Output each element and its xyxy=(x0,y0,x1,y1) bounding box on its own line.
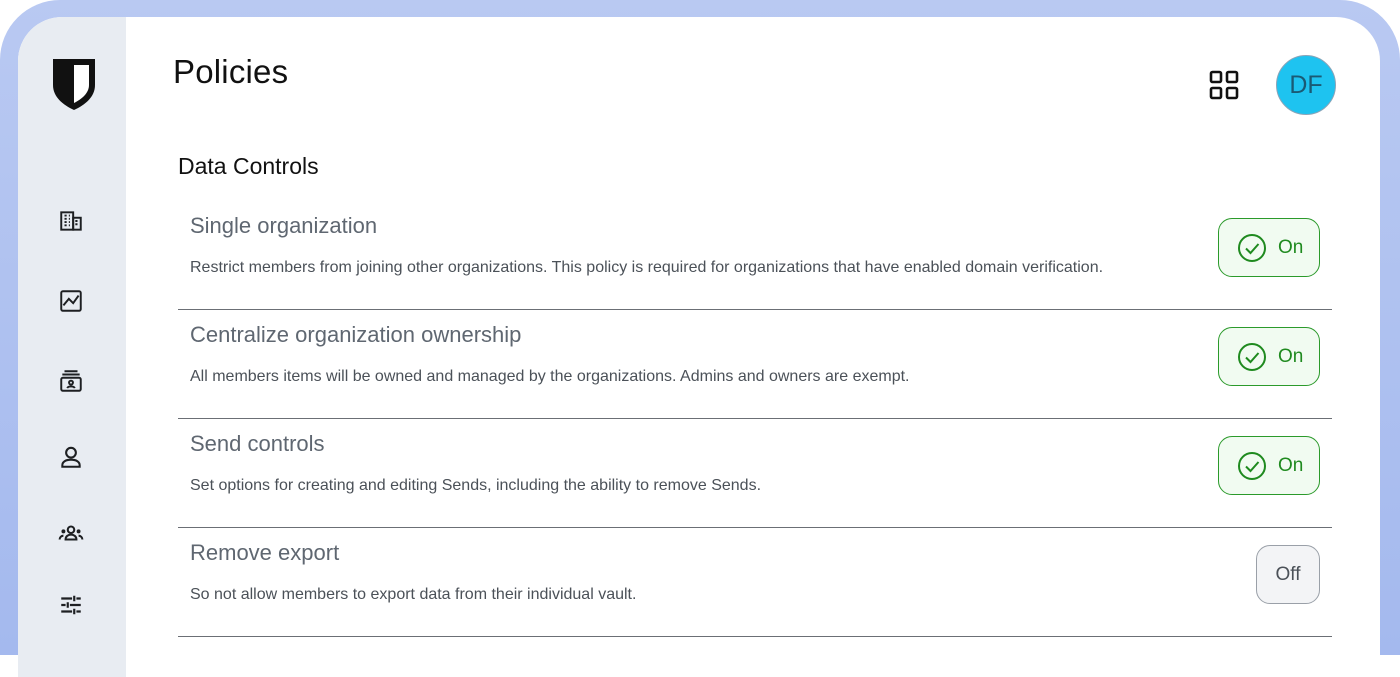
policy-name: Centralize organization ownership xyxy=(190,322,522,347)
policy-name: Remove export xyxy=(190,540,340,565)
policy-list: Single organization Restrict members fro… xyxy=(178,201,1332,637)
nav-item-billing[interactable] xyxy=(55,365,87,397)
nav-item-settings[interactable] xyxy=(55,589,87,621)
sidebar xyxy=(18,17,126,677)
shield-logo-icon[interactable] xyxy=(51,57,97,111)
status-label: On xyxy=(1278,236,1304,258)
policy-description: All members items will be owned and mana… xyxy=(190,368,910,385)
policy-name: Single organization xyxy=(190,213,378,238)
page-title: Policies xyxy=(173,53,289,90)
nav-item-members[interactable] xyxy=(55,441,87,473)
policy-status-on-button[interactable]: On xyxy=(1218,327,1320,386)
policy-status-on-button[interactable]: On xyxy=(1218,436,1320,495)
policy-row-send-controls[interactable]: Send controls Set options for creating a… xyxy=(178,419,1332,528)
apps-switcher-button[interactable] xyxy=(1206,67,1242,103)
person-icon xyxy=(61,446,81,468)
app-window: Policies DF Data Controls Single organiz… xyxy=(18,17,1380,677)
policy-row-remove-export[interactable]: Remove export So not allow members to ex… xyxy=(178,528,1332,637)
nav-item-organization[interactable] xyxy=(55,205,87,237)
policy-description: So not allow members to export data from… xyxy=(190,586,637,603)
policy-status-on-button[interactable]: On xyxy=(1218,218,1320,277)
policy-status-off-button[interactable]: Off xyxy=(1256,545,1320,604)
policy-description: Restrict members from joining other orga… xyxy=(190,259,1104,276)
check-circle-icon xyxy=(1238,233,1266,262)
status-label: On xyxy=(1278,454,1304,476)
groups-icon xyxy=(58,525,84,541)
reports-icon xyxy=(60,290,82,312)
nav-item-groups[interactable] xyxy=(55,517,87,549)
status-label: On xyxy=(1278,345,1304,367)
policy-description: Set options for creating and editing Sen… xyxy=(190,477,762,494)
grid-icon xyxy=(1209,70,1239,100)
device-frame: Policies DF Data Controls Single organiz… xyxy=(0,0,1400,677)
check-circle-icon xyxy=(1238,342,1266,371)
policy-name: Send controls xyxy=(190,431,325,456)
building-icon xyxy=(60,211,82,231)
check-circle-icon xyxy=(1238,451,1266,480)
sliders-icon xyxy=(61,595,81,615)
billing-icon xyxy=(60,370,82,392)
user-avatar[interactable]: DF xyxy=(1276,55,1336,115)
policy-row-single-organization[interactable]: Single organization Restrict members fro… xyxy=(178,201,1332,310)
main-content: Policies DF Data Controls Single organiz… xyxy=(126,17,1380,677)
section-title-data-controls: Data Controls xyxy=(178,153,319,179)
nav-item-reports[interactable] xyxy=(55,285,87,317)
policy-row-centralize-ownership[interactable]: Centralize organization ownership All me… xyxy=(178,310,1332,419)
